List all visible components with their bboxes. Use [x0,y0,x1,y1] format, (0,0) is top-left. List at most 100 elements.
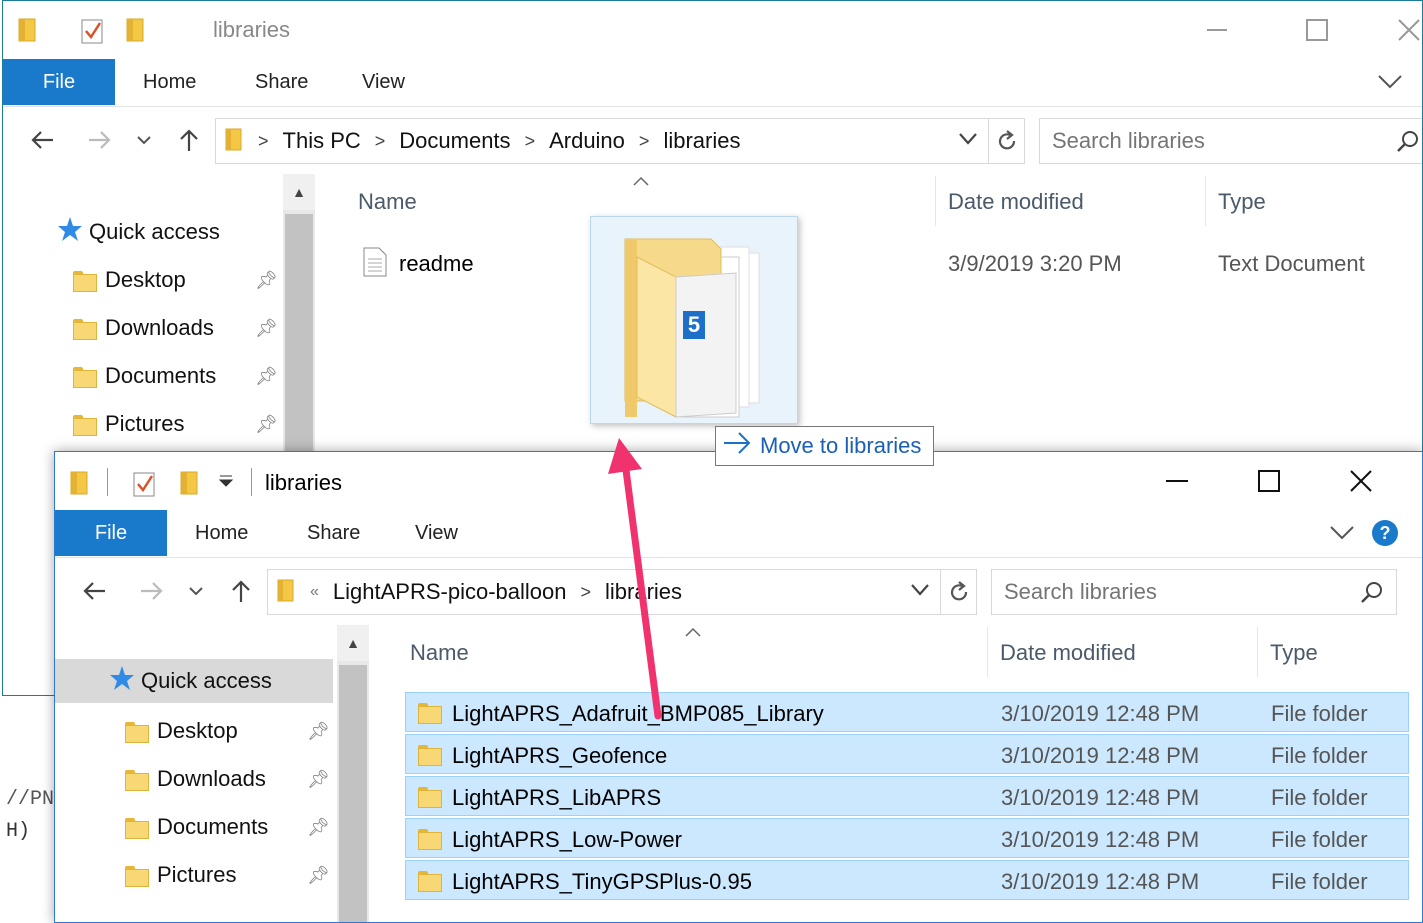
nav-pictures[interactable]: Pictures [73,402,184,446]
properties-icon[interactable] [133,470,157,503]
column-header-type[interactable]: Type [1218,189,1266,215]
pin-icon[interactable]: 📌︎ [307,721,330,742]
nav-pictures[interactable]: Pictures [125,853,236,897]
explorer-window-project-libraries[interactable]: libraries File Home Share View ? « Light… [54,451,1423,923]
address-bar[interactable]: « LightAPRS-pico-balloon > libraries [267,569,977,615]
search-icon[interactable] [1360,580,1384,609]
tab-file[interactable]: File [55,510,167,556]
pin-icon[interactable]: 📌︎ [307,817,330,838]
tab-file[interactable]: File [3,59,115,105]
address-dropdown-icon[interactable] [910,583,930,602]
recent-locations-icon[interactable] [129,122,159,158]
maximize-button[interactable] [1223,452,1315,510]
expand-ribbon-icon[interactable] [1377,59,1403,105]
folder-type: File folder [1271,743,1368,768]
nav-item-label: Quick access [141,668,272,693]
pin-icon[interactable]: 📌︎ [307,865,330,886]
search-input[interactable] [1040,128,1422,154]
search-box[interactable] [991,569,1397,615]
title-bar[interactable]: libraries [3,1,1422,59]
nav-downloads[interactable]: Downloads [73,306,214,350]
nav-quick-access[interactable]: Quick access [55,659,333,703]
scroll-up-icon[interactable]: ▲ [337,625,369,661]
tab-view[interactable]: View [362,59,405,105]
search-input[interactable] [992,579,1396,605]
nav-documents[interactable]: Documents [125,805,268,849]
pin-icon[interactable]: 📌︎ [307,769,330,790]
tab-home[interactable]: Home [143,59,196,105]
tab-home[interactable]: Home [195,510,248,556]
close-button[interactable] [1315,452,1407,510]
nav-downloads[interactable]: Downloads [125,757,266,801]
expand-ribbon-icon[interactable] [1329,510,1355,556]
nav-documents[interactable]: Documents [73,354,216,398]
folder-row[interactable]: LightAPRS_Geofence 3/10/2019 12:48 PM Fi… [405,734,1409,774]
search-icon[interactable] [1396,129,1420,158]
folder-row[interactable]: LightAPRS_Low-Power 3/10/2019 12:48 PM F… [405,818,1409,858]
search-box[interactable] [1039,118,1422,164]
column-header-date[interactable]: Date modified [948,189,1084,215]
scroll-thumb[interactable] [339,665,367,922]
column-header-type[interactable]: Type [1270,640,1318,666]
file-row[interactable]: readme 3/9/2019 3:20 PM Text Document [353,243,1422,283]
star-icon [109,665,135,697]
maximize-button[interactable] [1271,1,1363,59]
up-arrow-icon[interactable] [221,573,261,609]
pin-icon[interactable]: 📌︎ [255,366,278,387]
properties-icon[interactable] [81,17,105,50]
new-folder-icon[interactable] [179,468,201,501]
scroll-up-icon[interactable]: ▲ [283,174,315,210]
close-button[interactable] [1363,1,1422,59]
column-divider[interactable] [1205,176,1206,226]
tab-view[interactable]: View [415,510,458,556]
refresh-icon[interactable] [988,119,1024,163]
nav-quick-access[interactable]: Quick access [57,210,220,254]
folder-row[interactable]: LightAPRS_LibAPRS 3/10/2019 12:48 PM Fil… [405,776,1409,816]
folder-row[interactable]: LightAPRS_TinyGPSPlus-0.95 3/10/2019 12:… [405,860,1409,900]
column-header-name[interactable]: Name [358,189,417,215]
column-divider[interactable] [935,176,936,226]
refresh-icon[interactable] [940,570,976,614]
breadcrumb-project[interactable]: LightAPRS-pico-balloon [333,579,567,605]
tab-share[interactable]: Share [307,510,360,556]
breadcrumb-documents[interactable]: Documents [399,128,510,154]
column-header-name[interactable]: Name [410,640,469,666]
new-folder-icon[interactable] [125,15,147,48]
customize-toolbar-icon[interactable] [218,474,234,492]
chevron-right-icon[interactable]: > [525,131,536,152]
nav-item-label: Desktop [157,718,238,743]
address-bar[interactable]: > This PC > Documents > Arduino > librar… [215,118,1025,164]
pin-icon[interactable]: 📌︎ [255,318,278,339]
chevron-right-icon[interactable]: > [580,582,591,603]
breadcrumb-libraries[interactable]: libraries [663,128,740,154]
nav-desktop[interactable]: Desktop [125,709,238,753]
breadcrumb-overflow[interactable]: « [310,583,319,601]
forward-arrow-icon[interactable] [79,122,119,158]
folder-type: File folder [1271,701,1368,726]
up-arrow-icon[interactable] [169,122,209,158]
chevron-right-icon[interactable]: > [639,131,650,152]
back-arrow-icon[interactable] [23,122,63,158]
chevron-right-icon[interactable]: > [375,131,386,152]
recent-locations-icon[interactable] [181,573,211,609]
back-arrow-icon[interactable] [75,573,115,609]
breadcrumb-arduino[interactable]: Arduino [549,128,625,154]
nav-desktop[interactable]: Desktop [73,258,186,302]
pin-icon[interactable]: 📌︎ [255,270,278,291]
nav-scrollbar[interactable]: ▲ [337,625,369,922]
help-icon[interactable]: ? [1371,510,1399,556]
column-divider[interactable] [1257,627,1258,677]
navigation-pane[interactable]: Quick access Desktop Downloads Documents… [55,625,371,922]
minimize-button[interactable] [1131,452,1223,510]
forward-arrow-icon[interactable] [131,573,171,609]
breadcrumb-libraries[interactable]: libraries [605,579,682,605]
minimize-button[interactable] [1171,1,1263,59]
address-dropdown-icon[interactable] [958,132,978,151]
pin-icon[interactable]: 📌︎ [255,414,278,435]
folder-row[interactable]: LightAPRS_Adafruit_BMP085_Library 3/10/2… [405,692,1409,732]
tab-share[interactable]: Share [255,59,308,105]
column-header-date[interactable]: Date modified [1000,640,1136,666]
column-divider[interactable] [987,627,988,677]
breadcrumb-this-pc[interactable]: This PC [283,128,361,154]
chevron-right-icon[interactable]: > [258,131,269,152]
